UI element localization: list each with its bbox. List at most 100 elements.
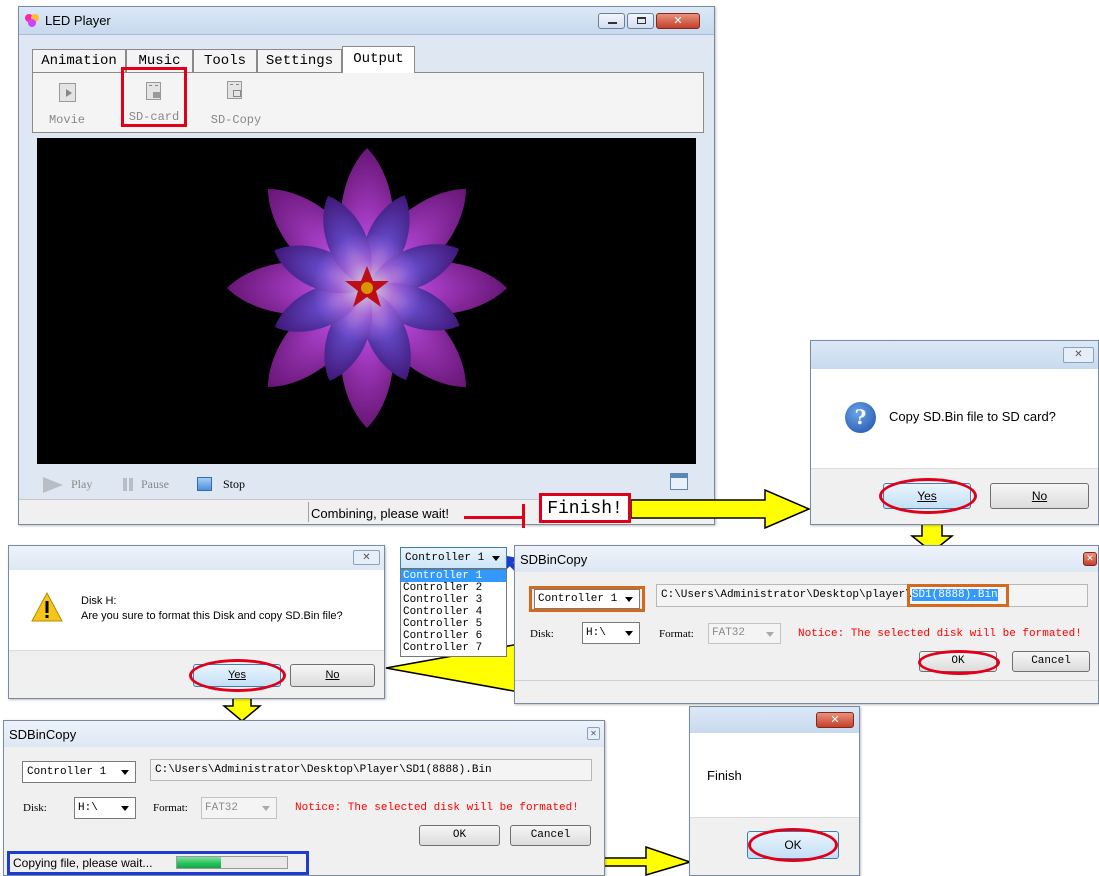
maximize-button[interactable] (627, 13, 654, 29)
chevron-down-icon (121, 770, 129, 775)
sd-card-button[interactable]: SD-card (121, 67, 187, 127)
controller-select[interactable]: Controller 1 (22, 761, 136, 783)
no-button[interactable]: No (990, 483, 1089, 509)
no-label: No (1031, 489, 1048, 503)
controller-select[interactable]: Controller 1 (534, 589, 640, 609)
controller-option-5[interactable]: Controller 5 (401, 618, 506, 630)
maximize-icon (637, 17, 646, 24)
no-button[interactable]: No (290, 664, 375, 687)
close-icon: ✕ (673, 14, 683, 27)
disk-select[interactable]: H:\ (74, 797, 136, 819)
callout-line (464, 516, 524, 519)
tab-label: Settings (265, 53, 334, 69)
tab-label: Tools (203, 53, 246, 69)
bin-path-field[interactable]: C:\Users\Administrator\Desktop\Player\SD… (150, 759, 592, 781)
dialog-message: Copy SD.Bin file to SD card? (889, 409, 1056, 424)
close-button[interactable]: ✕ (1063, 347, 1094, 363)
pause-button[interactable]: Pause (123, 475, 193, 495)
close-button[interactable]: ✕ (816, 712, 854, 728)
format-message-line2: Are you sure to format this Disk and cop… (81, 610, 343, 622)
ok-button[interactable]: OK (419, 825, 500, 846)
tab-label: Output (353, 51, 404, 67)
cancel-label: Cancel (530, 829, 571, 841)
progress-bar (176, 856, 288, 869)
controller-select[interactable]: Controller 1 (400, 547, 507, 569)
chevron-down-icon (625, 631, 633, 636)
cancel-button[interactable]: Cancel (1012, 651, 1090, 672)
dialog-title: SDBinCopy (9, 727, 77, 742)
ok-label: OK (452, 829, 467, 841)
stop-button[interactable]: Stop (197, 475, 267, 495)
close-icon: ✕ (362, 552, 371, 563)
dialog-title-bar (811, 341, 1098, 369)
disk-select-value: H:\ (586, 627, 606, 639)
dialog-title: SDBinCopy (520, 552, 588, 567)
settings-corner-icon[interactable] (670, 473, 688, 490)
format-label: Format: (153, 802, 188, 814)
sd-card-label: SD-card (128, 110, 180, 124)
minimize-button[interactable] (598, 13, 625, 29)
format-select-value: FAT32 (712, 627, 746, 639)
format-message-line1: Disk H: (81, 595, 117, 607)
close-button[interactable]: ✕ (1083, 552, 1097, 566)
sd-copy-icon (227, 81, 242, 99)
format-confirm-dialog: ✕ Disk H: Are you sure to format this Di… (8, 545, 385, 699)
animation-preview (37, 138, 696, 464)
warning-icon (31, 592, 63, 622)
chevron-down-icon (262, 806, 270, 811)
movie-button[interactable]: Movie (43, 77, 91, 131)
window-title: LED Player (45, 13, 111, 28)
yes-highlight (879, 478, 977, 514)
close-button[interactable]: ✕ (656, 13, 700, 29)
flower-image (227, 148, 507, 428)
bin-path-field[interactable]: C:\Users\Administrator\Desktop\player\SD… (656, 584, 1088, 607)
controller-option-3[interactable]: Controller 3 (401, 594, 506, 606)
pause-label: Pause (141, 477, 169, 491)
ok-highlight (918, 650, 1000, 675)
controller-option-1[interactable]: Controller 1 (401, 570, 506, 582)
controller-option-2[interactable]: Controller 2 (401, 582, 506, 594)
controller-select-value: Controller 1 (405, 552, 485, 564)
stop-label: Stop (223, 477, 246, 491)
cancel-button[interactable]: Cancel (510, 825, 591, 846)
play-button[interactable]: Play (43, 475, 123, 495)
disk-label: Disk: (23, 802, 47, 814)
tab-label: Animation (41, 53, 117, 69)
movie-icon (59, 83, 76, 102)
minimize-icon (608, 22, 617, 24)
tab-tools[interactable]: Tools (193, 49, 257, 72)
controller-select-value: Controller 1 (538, 593, 618, 605)
format-notice: Notice: The selected disk will be format… (798, 628, 1082, 640)
sdbincopy-dialog: SDBinCopy ✕ Controller 1 C:\Users\Admini… (514, 545, 1099, 704)
tab-output[interactable]: Output (342, 46, 415, 73)
flow-arrow-right-1 (631, 489, 811, 529)
question-icon: ? (845, 402, 876, 433)
tab-animation[interactable]: Animation (32, 49, 126, 72)
finish-message: Finish (707, 768, 742, 783)
callout-tick (522, 504, 525, 528)
controller-option-6[interactable]: Controller 6 (401, 630, 506, 642)
sd-copy-button[interactable]: SD-Copy (205, 77, 267, 131)
dialog-title-bar (9, 546, 384, 570)
format-select-value: FAT32 (205, 802, 239, 814)
controller-dropdown[interactable]: Controller 1 Controller 1 Controller 2 C… (400, 547, 507, 657)
close-button[interactable]: ✕ (587, 727, 600, 740)
progress-bar-fill (177, 857, 221, 868)
controller-options-list: Controller 1 Controller 2 Controller 3 C… (400, 569, 507, 657)
tab-settings[interactable]: Settings (257, 49, 342, 72)
sd-card-icon (146, 82, 161, 100)
movie-label: Movie (48, 113, 85, 127)
controller-select-value: Controller 1 (27, 766, 107, 778)
play-label: Play (71, 477, 93, 491)
disk-select[interactable]: H:\ (582, 622, 640, 644)
pause-icon (123, 478, 133, 491)
yes-highlight (189, 659, 286, 692)
close-icon: ✕ (1086, 554, 1094, 564)
close-button[interactable]: ✕ (353, 550, 380, 565)
confirm-copy-dialog: ✕ ? Copy SD.Bin file to SD card? Yes No (810, 340, 1099, 525)
dialog-title-bar (515, 546, 1098, 572)
controller-option-7[interactable]: Controller 7 (401, 642, 506, 654)
disk-select-value: H:\ (78, 802, 98, 814)
controller-option-4[interactable]: Controller 4 (401, 606, 506, 618)
sdbincopy-progress-dialog: SDBinCopy ✕ Controller 1 C:\Users\Admini… (3, 720, 605, 876)
